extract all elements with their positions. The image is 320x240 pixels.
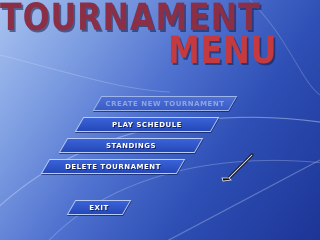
play-schedule-button[interactable]: PLAY SCHEDULE	[79, 117, 215, 132]
tournament-menu-screen: TOURNAMENT MENU CREATE NEW TOURNAMENT PL…	[0, 0, 320, 240]
delete-tournament-button[interactable]: DELETE TOURNAMENT	[45, 159, 181, 174]
create-new-tournament-label: CREATE NEW TOURNAMENT	[105, 99, 225, 108]
title-menu: MENU	[168, 29, 278, 72]
delete-tournament-label: DELETE TOURNAMENT	[65, 162, 161, 171]
exit-button[interactable]: EXIT	[71, 200, 127, 215]
standings-button[interactable]: STANDINGS	[63, 138, 199, 153]
standings-label: STANDINGS	[105, 141, 157, 150]
hockey-stick-icon	[221, 153, 254, 182]
create-new-tournament-button[interactable]: CREATE NEW TOURNAMENT	[97, 96, 233, 111]
exit-label: EXIT	[89, 203, 109, 212]
play-schedule-label: PLAY SCHEDULE	[112, 120, 182, 129]
